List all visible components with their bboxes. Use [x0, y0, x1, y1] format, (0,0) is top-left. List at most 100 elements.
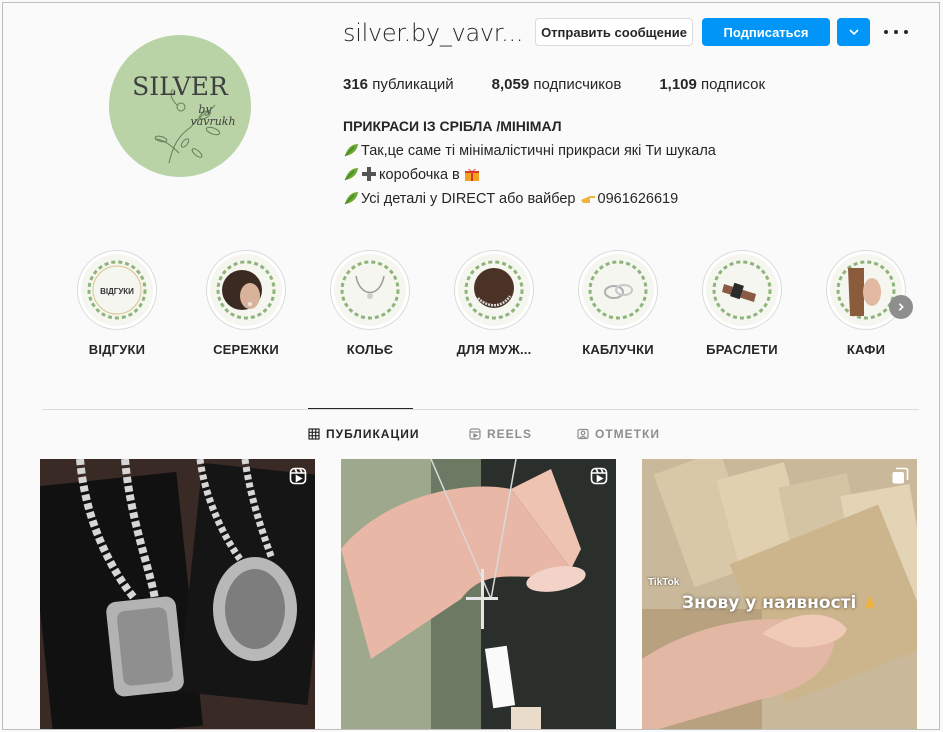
svg-text:vavrukh: vavrukh: [190, 115, 235, 128]
follow-button[interactable]: Подписаться: [702, 18, 830, 46]
bio-line-1-text: Так,це саме ті мінімалістичні прикраси я…: [361, 143, 716, 159]
svg-text:SILVER: SILVER: [132, 72, 229, 101]
highlight-label: СЕРЕЖКИ: [213, 342, 279, 357]
plus-emoji-icon: [362, 167, 376, 181]
highlight-ring: [578, 250, 658, 330]
rings-photo-icon: [588, 260, 648, 320]
praying-hands-emoji-icon: [865, 595, 876, 609]
reel-icon: [590, 467, 608, 485]
bio-phone-number[interactable]: 0961626619: [598, 191, 679, 207]
highlight-ring: ВІДГУКИ: [77, 250, 157, 330]
send-message-button[interactable]: Отправить сообщение: [535, 18, 693, 46]
post-tile[interactable]: TikTok Знову у наявності: [642, 459, 917, 729]
gift-emoji-icon: [464, 168, 479, 181]
mens-chain-photo-icon: [464, 260, 524, 320]
post-tile[interactable]: [40, 459, 315, 729]
followers-count[interactable]: 8,059 подписчиков: [492, 76, 622, 93]
bracelet-photo-icon: [712, 260, 772, 320]
active-tab-indicator: [308, 408, 413, 409]
highlight-kabluchky[interactable]: КАБЛУЧКИ: [573, 250, 663, 357]
highlight-label: ДЛЯ МУЖ...: [456, 342, 532, 357]
profile-bio: ПРИКРАСИ ІЗ СРІБЛА /МІНІМАЛ Так,це саме …: [343, 117, 716, 211]
followers-count-label: подписчиков: [533, 76, 622, 93]
svg-text:ВІДГУКИ: ВІДГУКИ: [100, 287, 134, 296]
highlight-serezhky[interactable]: СЕРЕЖКИ: [201, 250, 291, 357]
reel-icon: [289, 467, 307, 485]
tab-posts[interactable]: ПУБЛИКАЦИИ: [308, 427, 419, 441]
dot-icon: [884, 30, 888, 34]
highlight-ring: [330, 250, 410, 330]
highlight-ring: [702, 250, 782, 330]
following-count-label: подписок: [701, 76, 766, 93]
profile-display-name: ПРИКРАСИ ІЗ СРІБЛА /МІНІМАЛ: [343, 118, 562, 134]
posts-count: 316 публикаций: [343, 76, 454, 93]
dot-icon: [904, 30, 908, 34]
highlight-ring: [206, 250, 286, 330]
highlight-cover: [582, 254, 654, 326]
suggested-accounts-dropdown-button[interactable]: [837, 18, 870, 46]
post-overlay-caption: Знову у наявності: [682, 593, 857, 613]
dot-icon: [894, 30, 898, 34]
reels-icon: [469, 428, 481, 440]
tab-tagged-label: ОТМЕТКИ: [595, 427, 660, 441]
wreath-icon: ВІДГУКИ: [87, 260, 147, 320]
tiktok-watermark-text: TikTok: [648, 577, 680, 588]
bio-line-2-text: коробочка в: [379, 167, 460, 183]
post-overlay-text: Знову у наявності: [682, 593, 878, 613]
highlight-cover: ВІДГУКИ: [81, 254, 153, 326]
highlight-ring: [826, 250, 906, 330]
highlight-label: КАФИ: [846, 342, 886, 357]
highlight-cover: [706, 254, 778, 326]
highlights-next-button[interactable]: [889, 295, 913, 319]
tagged-user-icon: [577, 428, 589, 440]
ear-cuff-photo-icon: [836, 260, 896, 320]
tab-tagged[interactable]: ОТМЕТКИ: [577, 427, 660, 441]
post-image-pendants: [40, 459, 315, 729]
followers-count-value: 8,059: [491, 76, 530, 93]
tab-reels[interactable]: REELS: [469, 427, 532, 441]
highlight-cover: [830, 254, 902, 326]
bio-line: Так,це саме ті мінімалістичні прикраси я…: [343, 139, 716, 163]
posts-count-value: 316: [343, 76, 369, 93]
chevron-down-icon: [848, 29, 859, 36]
leaf-emoji-icon: [344, 192, 358, 205]
post-tile[interactable]: [341, 459, 616, 729]
earrings-photo-icon: [216, 260, 276, 320]
tiktok-watermark: TikTok: [648, 577, 679, 588]
highlight-label: КОЛЬЄ: [346, 342, 394, 357]
tab-posts-label: ПУБЛИКАЦИИ: [326, 427, 420, 441]
tabs-divider: [42, 409, 919, 410]
following-count[interactable]: 1,109 подписок: [659, 76, 765, 93]
carousel-icon: [892, 467, 909, 484]
highlight-kolie[interactable]: КОЛЬЄ: [325, 250, 415, 357]
highlight-cover: [458, 254, 530, 326]
more-options-button[interactable]: [884, 23, 908, 41]
avatar-logo: SILVER by vavrukh: [109, 35, 251, 177]
profile-stats: 316 публикаций 8,059 подписчиков 1,109 п…: [343, 76, 803, 93]
bio-line-3-text: Усі деталі у DIRECT або вайбер: [361, 191, 576, 207]
posts-count-label: публикаций: [372, 76, 454, 93]
highlight-dlia-muzh[interactable]: ДЛЯ МУЖ...: [449, 250, 539, 357]
highlight-braslety[interactable]: БРАСЛЕТИ: [697, 250, 787, 357]
highlight-label: КАБЛУЧКИ: [582, 342, 654, 357]
following-count-value: 1,109: [659, 76, 697, 93]
highlight-ring: [454, 250, 534, 330]
leaf-emoji-icon: [344, 144, 358, 157]
post-image-cross-necklace: [341, 459, 616, 729]
chevron-right-icon: [898, 303, 904, 311]
highlight-label: ВІДГУКИ: [88, 342, 146, 357]
profile-username: silver.by_vavr...: [343, 19, 524, 47]
profile-avatar[interactable]: SILVER by vavrukh: [109, 35, 251, 177]
necklace-photo-icon: [340, 260, 400, 320]
pointing-hand-emoji-icon: [580, 196, 595, 203]
leaf-emoji-icon: [344, 168, 358, 181]
profile-page: SILVER by vavrukh silver.by_vavr... Отпр…: [2, 2, 940, 730]
highlight-cover: [334, 254, 406, 326]
bio-line: коробочка в: [343, 163, 716, 187]
highlight-label: БРАСЛЕТИ: [706, 342, 778, 357]
tab-reels-label: REELS: [487, 427, 533, 441]
grid-icon: [308, 428, 320, 440]
highlight-vidhuky[interactable]: ВІДГУКИ ВІДГУКИ: [72, 250, 162, 357]
highlight-cover: [210, 254, 282, 326]
bio-line: Усі деталі у DIRECT або вайбер 096162661…: [343, 187, 716, 211]
